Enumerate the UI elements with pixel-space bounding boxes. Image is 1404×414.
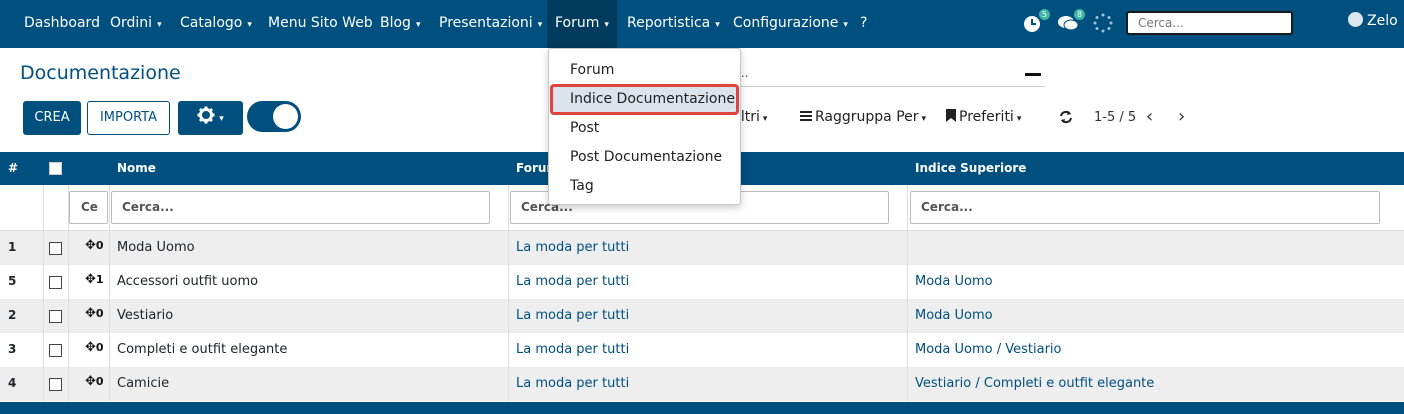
table-row[interactable]: 1 ✥0 Moda Uomo La moda per tutti <box>0 231 1404 265</box>
row-forum-link[interactable]: La moda per tutti <box>516 240 629 255</box>
nav-help[interactable]: ? <box>860 0 867 48</box>
minus-icon[interactable] <box>1025 73 1041 76</box>
chevron-down-icon: ▾ <box>921 114 927 124</box>
pager-previous-icon[interactable]: ‹ <box>1146 106 1153 127</box>
filters-dropdown[interactable]: iltri ▾ <box>737 109 767 125</box>
column-divider <box>508 185 509 401</box>
import-button[interactable]: IMPORTA <box>87 101 170 135</box>
sequence-filter-input[interactable]: Ce <box>69 191 108 224</box>
activity-badge: 5 <box>1039 9 1050 20</box>
menu-item-post[interactable]: Post <box>570 120 599 136</box>
row-forum-link[interactable]: La moda per tutti <box>516 308 629 323</box>
nav-configurazione[interactable]: Configurazione ▾ <box>733 0 848 48</box>
nav-forum[interactable]: Forum ▾ <box>547 0 617 48</box>
chevron-down-icon: ▾ <box>843 20 848 30</box>
page-title: Documentazione <box>20 62 181 84</box>
nav-ordini[interactable]: Ordini ▾ <box>110 0 162 48</box>
pager-next-icon[interactable]: › <box>1178 106 1185 127</box>
column-header-number: # <box>8 161 19 175</box>
nav-blog[interactable]: Blog ▾ <box>380 0 420 48</box>
toggle-knob <box>273 104 298 129</box>
gear-icon <box>197 106 215 124</box>
search-underline <box>740 86 1045 87</box>
column-divider <box>43 185 44 401</box>
user-menu[interactable]: Zelo <box>1348 12 1398 29</box>
refresh-icon[interactable] <box>1059 110 1073 128</box>
row-checkbox[interactable] <box>49 344 62 357</box>
drag-handle-icon[interactable]: ✥1 <box>85 272 104 287</box>
drag-handle-icon[interactable]: ✥0 <box>85 238 104 253</box>
view-toggle[interactable] <box>247 101 301 132</box>
table-row[interactable]: 3 ✥0 Completi e outfit elegante La moda … <box>0 333 1404 367</box>
row-name: Completi e outfit elegante <box>117 342 288 357</box>
column-divider <box>68 185 69 401</box>
row-checkbox[interactable] <box>49 276 62 289</box>
group-by-dropdown[interactable]: Raggruppa Per ▾ <box>800 109 926 125</box>
name-filter-input[interactable]: Cerca... <box>111 191 490 224</box>
chevron-down-icon: ▾ <box>219 114 224 124</box>
row-parent-link[interactable]: Vestiario / Completi e outfit elegante <box>915 376 1154 391</box>
top-navbar: Dashboard Ordini ▾ Catalogo ▾ Menu Sito We… <box>0 0 1404 48</box>
chevron-down-icon: ▾ <box>762 114 768 124</box>
chevron-down-icon: ▾ <box>715 20 720 30</box>
row-checkbox[interactable] <box>49 242 62 255</box>
list-icon <box>800 111 812 121</box>
parent-filter-input[interactable]: Cerca... <box>910 191 1380 224</box>
nav-menu-sito-web[interactable]: Menu Sito Web <box>268 0 373 48</box>
column-divider <box>109 185 110 401</box>
row-checkbox[interactable] <box>49 310 62 323</box>
row-checkbox[interactable] <box>49 378 62 391</box>
chevron-down-icon: ▾ <box>604 20 609 30</box>
row-name: Vestiario <box>117 308 174 323</box>
loading-spinner-icon <box>1093 13 1115 35</box>
column-header-parent[interactable]: Indice Superiore <box>915 161 1026 175</box>
avatar <box>1348 12 1363 27</box>
nav-presentazioni[interactable]: Presentazioni ▾ <box>439 0 542 48</box>
chevron-down-icon: ▾ <box>157 20 162 30</box>
row-name: Accessori outfit uomo <box>117 274 259 289</box>
forum-dropdown-menu: Forum Indice Documentazione Post Post Do… <box>548 48 741 205</box>
column-divider <box>907 185 908 401</box>
column-header-name[interactable]: Nome <box>117 161 156 175</box>
table-footer <box>0 402 1404 414</box>
drag-handle-icon[interactable]: ✥0 <box>85 306 104 321</box>
row-name: Camicie <box>117 376 170 391</box>
favorites-dropdown[interactable]: Preferiti ▾ <box>946 109 1021 125</box>
row-parent-link[interactable]: Moda Uomo / Vestiario <box>915 342 1062 357</box>
actions-gear-button[interactable]: ▾ <box>178 101 243 135</box>
row-parent-link[interactable]: Moda Uomo <box>915 308 993 323</box>
nav-search-input[interactable] <box>1126 11 1293 35</box>
drag-handle-icon[interactable]: ✥0 <box>85 340 104 355</box>
menu-item-post-documentazione[interactable]: Post Documentazione <box>570 149 722 165</box>
row-parent-link[interactable]: Moda Uomo <box>915 274 993 289</box>
nav-catalogo[interactable]: Catalogo ▾ <box>180 0 252 48</box>
table-row[interactable]: 5 ✥1 Accessori outfit uomo La moda per t… <box>0 265 1404 299</box>
menu-item-forum[interactable]: Forum <box>570 62 614 78</box>
nav-reportistica[interactable]: Reportistica ▾ <box>627 0 720 48</box>
row-forum-link[interactable]: La moda per tutti <box>516 376 629 391</box>
drag-handle-icon[interactable]: ✥0 <box>85 374 104 389</box>
chevron-down-icon: ▾ <box>1016 114 1022 124</box>
menu-item-indice-documentazione[interactable]: Indice Documentazione <box>570 91 735 107</box>
messages-icon[interactable]: 8 <box>1057 9 1085 35</box>
pager-value[interactable]: 1-5 / 5 <box>1094 110 1136 125</box>
row-forum-link[interactable]: La moda per tutti <box>516 342 629 357</box>
create-button[interactable]: CREA <box>23 101 81 135</box>
select-all-checkbox[interactable] <box>49 162 62 175</box>
nav-dashboard[interactable]: Dashboard <box>24 0 100 48</box>
messages-badge: 8 <box>1074 9 1085 20</box>
activity-clock-icon[interactable]: 5 <box>1022 9 1050 35</box>
menu-item-tag[interactable]: Tag <box>570 178 594 194</box>
bookmark-icon <box>946 109 956 122</box>
table-row[interactable]: 2 ✥0 Vestiario La moda per tutti Moda Uo… <box>0 299 1404 333</box>
chevron-down-icon: ▾ <box>415 20 421 30</box>
chevron-down-icon: ▾ <box>247 20 252 30</box>
row-forum-link[interactable]: La moda per tutti <box>516 274 629 289</box>
chevron-down-icon: ▾ <box>537 20 543 30</box>
row-name: Moda Uomo <box>117 240 195 255</box>
table-row[interactable]: 4 ✥0 Camicie La moda per tutti Vestiario… <box>0 367 1404 401</box>
